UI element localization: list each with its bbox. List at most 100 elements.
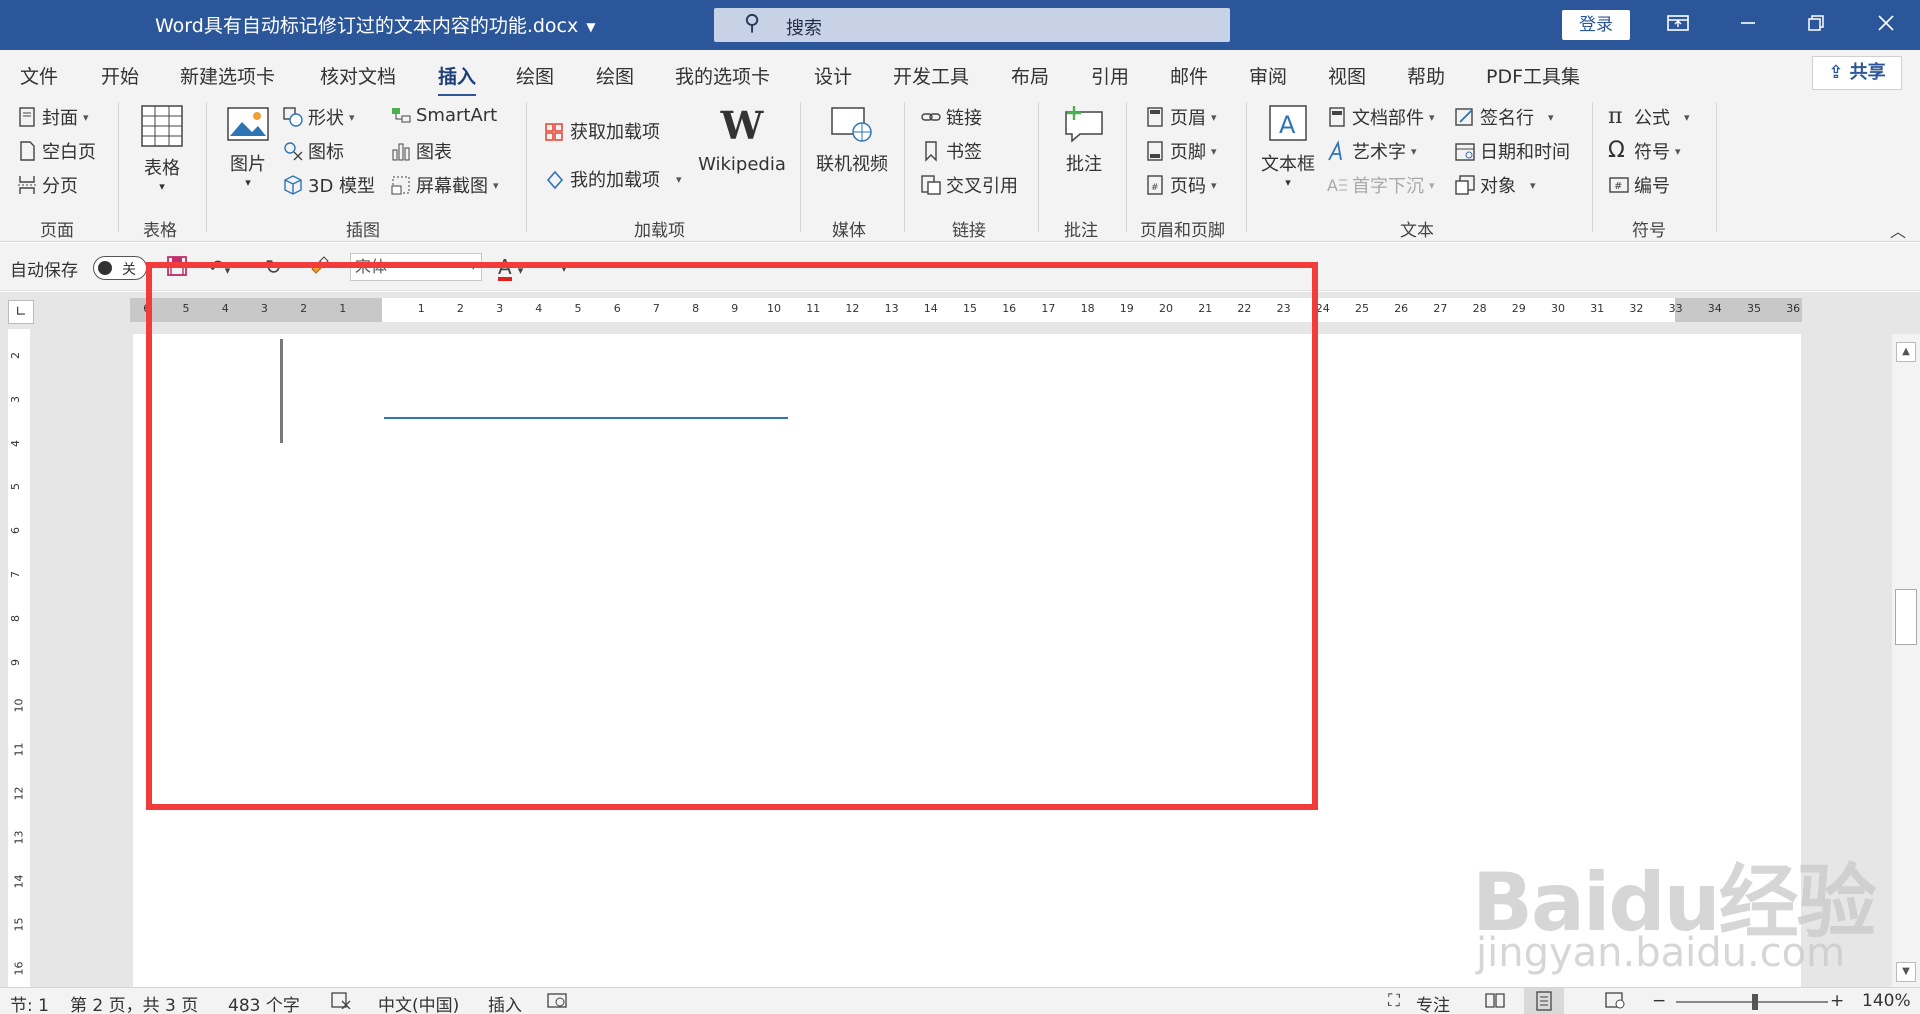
search-box[interactable]: ⚲ 搜索 bbox=[714, 8, 1230, 42]
tab-review[interactable]: 审阅 bbox=[1249, 62, 1287, 89]
get-addins-button[interactable]: 获取加载项 bbox=[544, 118, 660, 144]
tab-file[interactable]: 文件 bbox=[20, 62, 58, 89]
tab-pdf-tools[interactable]: PDF工具集 bbox=[1486, 62, 1580, 89]
tab-review-doc[interactable]: 核对文档 bbox=[320, 62, 396, 89]
online-video-icon bbox=[831, 107, 872, 142]
group-label-header-footer: 页眉和页脚 bbox=[1140, 221, 1225, 241]
object-button[interactable]: 对象 ▾ bbox=[1454, 172, 1536, 198]
tab-new-tab[interactable]: 新建选项卡 bbox=[180, 62, 275, 89]
ruler-number: 32 bbox=[1629, 302, 1644, 315]
blank-page-button[interactable]: 空白页 bbox=[16, 138, 96, 164]
toggle-state: 关 bbox=[122, 262, 136, 278]
collapse-ribbon-icon[interactable]: ︿ bbox=[1890, 218, 1906, 242]
text-box-button[interactable]: A 文本框 ▾ bbox=[1258, 104, 1318, 189]
smartart-button[interactable]: SmartArt bbox=[390, 104, 497, 126]
zoom-in-icon[interactable]: + bbox=[1830, 991, 1844, 1011]
tab-developer[interactable]: 开发工具 bbox=[893, 62, 969, 89]
footer-button[interactable]: 页脚 ▾ bbox=[1144, 138, 1217, 164]
calendar-icon bbox=[1455, 143, 1475, 161]
ruler-number: 13 bbox=[12, 830, 26, 845]
scroll-down-icon[interactable]: ▼ bbox=[1896, 962, 1916, 982]
ruler-number: 6 bbox=[9, 527, 22, 535]
tab-my-tab[interactable]: 我的选项卡 bbox=[675, 62, 770, 89]
shapes-button[interactable]: 形状 ▾ bbox=[282, 104, 355, 130]
pictures-button[interactable]: 图片 ▾ bbox=[224, 104, 272, 189]
header-button[interactable]: 页眉 ▾ bbox=[1144, 104, 1217, 130]
tab-draw-2[interactable]: 绘图 bbox=[596, 62, 634, 89]
new-comment-button[interactable]: 批注 bbox=[1056, 104, 1112, 176]
tab-draw-1[interactable]: 绘图 bbox=[516, 62, 554, 89]
tab-view[interactable]: 视图 bbox=[1328, 62, 1366, 89]
ribbon: 封面 ▾ 空白页 分页 页面 表格 ▾ 表格 图片 ▾ 形状 ▾ 图标 3D 模型 Sm… bbox=[0, 96, 1920, 242]
link-button[interactable]: 链接 bbox=[920, 104, 982, 130]
autosave-toggle[interactable]: 关 bbox=[93, 256, 147, 280]
vertical-scrollbar[interactable]: ▲ ▼ bbox=[1892, 334, 1920, 987]
comment-icon bbox=[1065, 106, 1103, 143]
ruler-number: 10 bbox=[12, 698, 26, 713]
ruler-number: 15 bbox=[12, 917, 26, 932]
ribbon-display-icon[interactable] bbox=[1658, 7, 1698, 43]
zoom-slider-thumb[interactable] bbox=[1752, 994, 1758, 1010]
restore-icon[interactable] bbox=[1796, 7, 1836, 43]
scroll-thumb[interactable] bbox=[1895, 589, 1917, 645]
scroll-up-icon[interactable]: ▲ bbox=[1896, 342, 1916, 362]
page-indicator[interactable]: 第 2 页，共 3 页 bbox=[70, 991, 198, 1014]
date-time-button[interactable]: 日期和时间 bbox=[1454, 138, 1570, 164]
tab-layout[interactable]: 布局 bbox=[1011, 62, 1049, 89]
tab-home[interactable]: 开始 bbox=[101, 62, 139, 89]
my-addins-button[interactable]: 我的加载项 ▾ bbox=[544, 166, 682, 192]
table-button[interactable]: 表格 ▾ bbox=[138, 104, 186, 193]
3d-models-button[interactable]: 3D 模型 bbox=[282, 172, 375, 198]
bookmark-button[interactable]: 书签 bbox=[920, 138, 982, 164]
read-mode-icon[interactable] bbox=[1484, 991, 1506, 1014]
group-label-media: 媒体 bbox=[832, 221, 866, 241]
insert-mode[interactable]: 插入 bbox=[488, 991, 522, 1014]
macro-icon[interactable] bbox=[546, 991, 568, 1014]
screenshot-button[interactable]: 屏幕截图 ▾ bbox=[390, 172, 499, 198]
wordart-button[interactable]: 艺术字 ▾ bbox=[1326, 138, 1417, 164]
tab-design[interactable]: 设计 bbox=[814, 62, 852, 89]
focus-mode-label[interactable]: 专注 bbox=[1416, 991, 1450, 1014]
tab-insert[interactable]: 插入 bbox=[438, 62, 477, 97]
zoom-level[interactable]: 140% bbox=[1862, 991, 1911, 1011]
tab-mailings[interactable]: 邮件 bbox=[1170, 62, 1208, 89]
icons-button[interactable]: 图标 bbox=[282, 138, 344, 164]
equation-button[interactable]: π 公式 ▾ bbox=[1608, 104, 1690, 130]
tab-help[interactable]: 帮助 bbox=[1407, 62, 1445, 89]
language-indicator[interactable]: 中文(中国) bbox=[378, 991, 459, 1014]
ruler-number: 4 bbox=[9, 439, 22, 447]
share-button[interactable]: ⇪ 共享 bbox=[1812, 56, 1902, 90]
signature-line-button[interactable]: 签名行 ▾ bbox=[1454, 104, 1554, 130]
cross-reference-button[interactable]: 交叉引用 bbox=[920, 172, 1018, 198]
tab-references[interactable]: 引用 bbox=[1091, 62, 1129, 89]
minimize-icon[interactable] bbox=[1728, 7, 1768, 43]
cover-page-button[interactable]: 封面 ▾ bbox=[16, 104, 89, 130]
autosave-label: 自动保存 bbox=[10, 261, 78, 281]
wikipedia-button[interactable]: W Wikipedia bbox=[694, 104, 790, 176]
ruler-number: 12 bbox=[12, 786, 26, 801]
ruler-number: 16 bbox=[12, 961, 26, 976]
symbol-button[interactable]: Ω 符号 ▾ bbox=[1608, 138, 1681, 164]
focus-mode-icon[interactable]: ⛶ bbox=[1388, 991, 1400, 1011]
page-break-button[interactable]: 分页 bbox=[16, 172, 78, 198]
zoom-out-icon[interactable]: − bbox=[1652, 991, 1666, 1011]
page-number-button[interactable]: # 页码 ▾ bbox=[1144, 172, 1217, 198]
proofing-icon[interactable] bbox=[330, 991, 352, 1014]
quick-parts-button[interactable]: 文档部件 ▾ bbox=[1326, 104, 1435, 130]
chevron-down-icon[interactable]: ▼ bbox=[586, 20, 595, 34]
ruler-number: 9 bbox=[9, 658, 22, 666]
drop-cap-button[interactable]: A 首字下沉 ▾ bbox=[1326, 172, 1435, 198]
ruler-number: 29 bbox=[1511, 302, 1526, 315]
chart-button[interactable]: 图表 bbox=[390, 138, 452, 164]
web-layout-icon[interactable] bbox=[1604, 991, 1626, 1014]
document-title[interactable]: Word具有自动标记修订过的文本内容的功能.docx ▼ bbox=[155, 11, 596, 38]
online-video-button[interactable]: 联机视频 bbox=[812, 104, 892, 176]
numbering-button[interactable]: # 编号 bbox=[1608, 172, 1670, 198]
login-button[interactable]: 登录 bbox=[1562, 10, 1630, 40]
tab-selector-icon[interactable]: ∟ bbox=[8, 300, 34, 324]
section-indicator[interactable]: 节: 1 bbox=[10, 991, 49, 1014]
word-count[interactable]: 483 个字 bbox=[228, 991, 300, 1014]
vertical-ruler[interactable]: 2 3 4 5 6 7 8 9 10 11 12 13 14 15 16 bbox=[8, 329, 30, 987]
print-layout-icon[interactable] bbox=[1524, 988, 1564, 1014]
close-icon[interactable] bbox=[1866, 7, 1906, 43]
